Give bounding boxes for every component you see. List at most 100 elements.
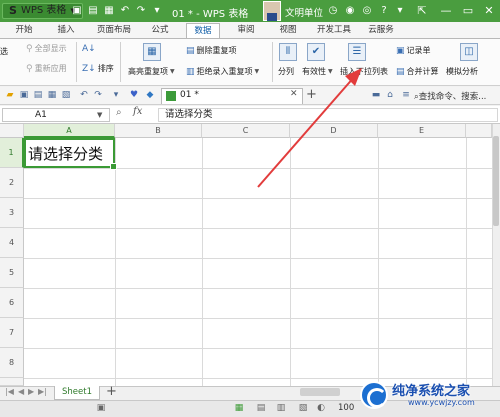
row-header-8[interactable]: 8 — [0, 348, 24, 378]
consolidate-button[interactable]: ▤ 合并计算 — [396, 66, 439, 78]
row-header-1[interactable]: 1 — [0, 138, 24, 168]
new-tab-button[interactable]: + — [306, 88, 317, 102]
sort-button[interactable]: Z↓ 排序 — [82, 63, 114, 75]
column-header-f[interactable] — [466, 124, 492, 138]
undo-icon[interactable]: ↶ — [118, 4, 132, 18]
redo-icon[interactable]: ↷ — [92, 89, 104, 101]
tab-review[interactable]: 审阅 — [232, 23, 260, 38]
tab-page-layout[interactable]: 页面布局 — [92, 23, 136, 38]
share-icon[interactable]: ⌂ — [384, 89, 396, 101]
save-icon[interactable]: ▣ — [18, 89, 30, 101]
print-preview-icon[interactable]: ▧ — [60, 89, 72, 101]
row-header-9[interactable] — [0, 378, 24, 386]
name-box[interactable]: A1 — [2, 108, 110, 122]
reapply-button[interactable]: ⚲ 重新应用 — [26, 63, 67, 75]
open-folder-icon[interactable]: ▤ — [86, 4, 100, 18]
first-sheet-icon[interactable]: |◀ — [5, 387, 14, 396]
delete-duplicates-button[interactable]: ▤ 删除重复项 — [186, 45, 237, 57]
reading-mode-icon[interactable]: ▧ — [296, 402, 310, 414]
what-if-analysis-icon[interactable]: ◫ — [460, 43, 478, 61]
add-sheet-button[interactable]: + — [106, 384, 117, 399]
insert-dropdown-list-button[interactable]: 插入下拉列表 — [340, 66, 388, 78]
split-columns-button[interactable]: 分列 — [278, 66, 294, 78]
customize-dropdown-icon[interactable]: ▾ — [110, 89, 122, 101]
page-break-view-icon[interactable]: ▥ — [274, 402, 288, 414]
row-header-4[interactable]: 4 — [0, 228, 24, 258]
user-clock-icon[interactable]: ◷ — [326, 4, 340, 18]
sort-az-icon: A↓ — [82, 44, 96, 54]
row-header-2[interactable]: 2 — [0, 168, 24, 198]
filter-button-partial[interactable]: 选 — [0, 46, 8, 58]
settings-icon[interactable]: ▾ — [393, 4, 407, 18]
wps-logo-icon: S — [9, 4, 17, 17]
find-command-search[interactable]: ⌕查找命令、搜索... — [414, 90, 486, 102]
sort-ascending-button[interactable]: A↓ — [82, 43, 96, 55]
cube-icon[interactable]: ◆ — [144, 89, 156, 101]
sheet-tab-sheet1[interactable]: Sheet1 — [54, 386, 100, 400]
ribbon-separator — [76, 42, 77, 82]
reject-duplicates-button[interactable]: ▥ 拒绝录入重复项 ▼ — [186, 66, 259, 78]
tab-formula[interactable]: 公式 — [146, 23, 174, 38]
formula-input[interactable]: 请选择分类 — [158, 108, 498, 122]
select-all-corner[interactable] — [0, 124, 24, 138]
macro-icon[interactable]: ▣ — [94, 402, 108, 414]
insert-function-button[interactable]: fx — [133, 106, 142, 117]
close-button[interactable]: ✕ — [479, 1, 499, 21]
maximize-button[interactable]: ▭ — [458, 1, 478, 21]
skin-icon[interactable]: ◎ — [360, 4, 374, 18]
row-header-7[interactable]: 7 — [0, 318, 24, 348]
tab-data[interactable]: 数据 — [186, 23, 220, 38]
print-icon[interactable]: ▦ — [102, 4, 116, 18]
row-header-6[interactable]: 6 — [0, 288, 24, 318]
validity-icon[interactable]: ✔ — [307, 43, 325, 61]
comment-icon[interactable]: ▬ — [370, 89, 382, 101]
column-header-b[interactable]: B — [115, 124, 202, 138]
insert-dropdown-list-icon[interactable]: ☰ — [348, 43, 366, 61]
menu-icon[interactable]: ≡ — [400, 89, 412, 101]
horizontal-scrollbar[interactable] — [300, 388, 340, 396]
split-columns-icon[interactable]: ⫴ — [279, 43, 297, 61]
undo-icon[interactable]: ↶ — [78, 89, 90, 101]
row-header-5[interactable]: 5 — [0, 258, 24, 288]
prev-sheet-icon[interactable]: ◀ — [18, 387, 24, 396]
restore-ribbon-button[interactable]: ⇱ — [412, 1, 432, 21]
help-icon[interactable]: ? — [377, 4, 391, 18]
sync-icon[interactable]: ◉ — [343, 4, 357, 18]
column-header-e[interactable]: E — [378, 124, 466, 138]
record-form-button[interactable]: ▣ 记录单 — [396, 45, 431, 57]
normal-view-icon[interactable]: ▦ — [232, 402, 246, 414]
column-header-c[interactable]: C — [202, 124, 290, 138]
eye-protect-icon[interactable]: ◐ — [314, 402, 328, 414]
open-icon[interactable]: ▰ — [4, 89, 16, 101]
print-icon[interactable]: ▦ — [46, 89, 58, 101]
next-sheet-icon[interactable]: ▶ — [28, 387, 34, 396]
vertical-scroll-thumb[interactable] — [493, 136, 499, 226]
tab-start[interactable]: 开始 — [10, 23, 38, 38]
zoom-level[interactable]: 100 — [338, 403, 354, 413]
last-sheet-icon[interactable]: ▶| — [38, 387, 47, 396]
tab-developer[interactable]: 开发工具 — [312, 23, 356, 38]
validity-button[interactable]: 有效性 ▼ — [302, 66, 333, 78]
minimize-button[interactable]: — — [436, 1, 456, 21]
save-icon[interactable]: ▣ — [70, 4, 84, 18]
user-name[interactable]: 文明单位 — [285, 5, 323, 19]
column-header-a[interactable]: A — [24, 124, 115, 138]
show-all-button[interactable]: ⚲ 全部显示 — [26, 43, 67, 55]
highlight-duplicates-icon[interactable]: ▦ — [143, 43, 161, 61]
highlight-duplicates-button[interactable]: 高亮重复项 ▼ — [128, 66, 175, 78]
export-pdf-icon[interactable]: ▤ — [32, 89, 44, 101]
page-layout-view-icon[interactable]: ▤ — [254, 402, 268, 414]
what-if-analysis-button[interactable]: 模拟分析 — [446, 66, 478, 78]
tab-cloud[interactable]: 云服务 — [364, 23, 398, 38]
heart-icon[interactable]: ♥ — [128, 89, 140, 101]
row-header-3[interactable]: 3 — [0, 198, 24, 228]
dropdown-icon[interactable]: ▾ — [150, 4, 164, 18]
redo-icon[interactable]: ↷ — [134, 4, 148, 18]
close-tab-icon[interactable]: ✕ — [290, 89, 298, 99]
tab-view[interactable]: 视图 — [274, 23, 302, 38]
name-box-dropdown-icon[interactable]: ▼ — [97, 108, 102, 122]
column-header-d[interactable]: D — [290, 124, 378, 138]
tab-insert[interactable]: 插入 — [52, 23, 80, 38]
magnifier-icon[interactable]: ⌕ — [116, 107, 122, 118]
user-avatar[interactable] — [263, 1, 281, 21]
